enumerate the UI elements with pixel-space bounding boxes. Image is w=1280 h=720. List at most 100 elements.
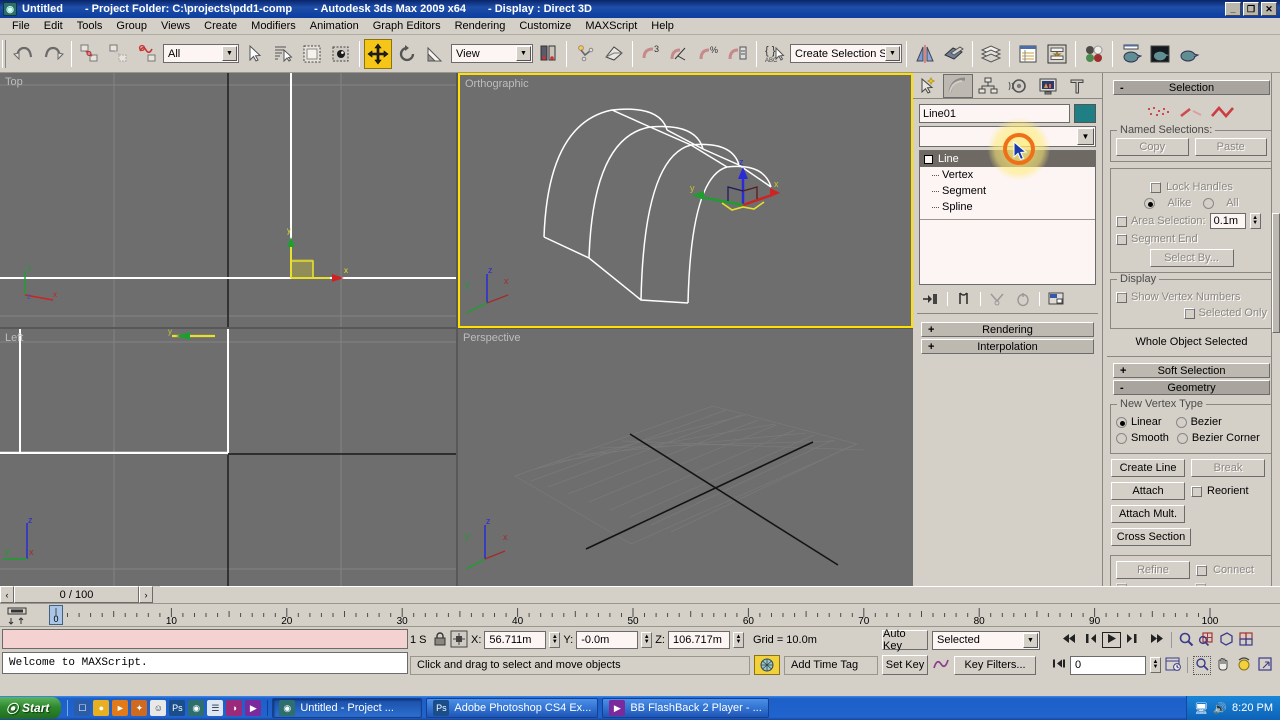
- rectangular-select-region-icon[interactable]: [298, 39, 326, 69]
- align-icon[interactable]: [940, 39, 968, 69]
- redo-icon[interactable]: [39, 39, 67, 69]
- go-to-start-icon[interactable]: [1062, 632, 1078, 648]
- selected-only-checkbox[interactable]: [1184, 308, 1195, 319]
- modifier-stack-item-line[interactable]: - Line: [920, 151, 1095, 167]
- create-tab[interactable]: [913, 74, 943, 98]
- attach-mult-button[interactable]: Attach Mult.: [1111, 505, 1185, 523]
- y-coordinate-field[interactable]: -0.0m: [576, 631, 638, 649]
- maxscript-output-line[interactable]: Welcome to MAXScript.: [2, 652, 408, 674]
- area-selection-spinner[interactable]: ▲▼: [1250, 213, 1261, 229]
- remove-modifier-icon[interactable]: [1013, 290, 1033, 308]
- previous-frame-button[interactable]: ‹: [0, 586, 14, 603]
- select-and-move-icon[interactable]: [364, 39, 392, 69]
- maximize-viewport-toggle-icon[interactable]: [1257, 656, 1274, 675]
- segment-end-checkbox[interactable]: [1116, 234, 1127, 245]
- menu-item-animation[interactable]: Animation: [303, 19, 366, 33]
- bind-to-space-warp-icon[interactable]: [134, 39, 162, 69]
- connect-checkbox[interactable]: [1196, 565, 1207, 576]
- selection-lock-icon[interactable]: [433, 631, 447, 650]
- bezier-radio[interactable]: [1176, 417, 1187, 428]
- select-and-link-icon[interactable]: [76, 39, 104, 69]
- menu-item-graph-editors[interactable]: Graph Editors: [366, 19, 448, 33]
- capture-icon[interactable]: ▶: [245, 700, 261, 716]
- paste-button[interactable]: Paste: [1195, 138, 1268, 156]
- angle-snap-toggle-icon[interactable]: 3: [637, 39, 665, 69]
- vertex-sub-object-icon[interactable]: [1146, 105, 1172, 122]
- add-time-tag-button[interactable]: Add Time Tag: [784, 656, 878, 675]
- render-production-icon[interactable]: [1175, 39, 1203, 69]
- time-configuration-icon[interactable]: [1165, 656, 1182, 675]
- menu-item-rendering[interactable]: Rendering: [448, 19, 513, 33]
- expander-minus-icon[interactable]: -: [924, 155, 933, 164]
- spline-sub-object-icon[interactable]: [1210, 105, 1238, 122]
- media-player-icon[interactable]: ►: [112, 700, 128, 716]
- scrollbar-thumb[interactable]: [1272, 213, 1280, 333]
- menu-item-views[interactable]: Views: [154, 19, 197, 33]
- rollout-geometry[interactable]: - Geometry: [1113, 380, 1270, 395]
- zoom-extents-icon[interactable]: [1218, 631, 1234, 650]
- lock-handles-checkbox[interactable]: [1150, 182, 1161, 193]
- set-key-button[interactable]: Set Key: [882, 655, 928, 675]
- cross-section-button[interactable]: Cross Section: [1111, 528, 1191, 546]
- go-to-end-icon[interactable]: [1149, 632, 1165, 648]
- rollout-rendering[interactable]: + Rendering: [921, 322, 1094, 337]
- close-button[interactable]: ✕: [1261, 2, 1277, 16]
- z-spinner[interactable]: ▲▼: [733, 632, 744, 648]
- linear-radio[interactable]: [1116, 417, 1127, 428]
- refine-button[interactable]: Refine: [1116, 561, 1190, 579]
- clock[interactable]: 8:20 PM: [1232, 702, 1273, 714]
- schematic-view-icon[interactable]: [1043, 39, 1071, 69]
- next-frame-button[interactable]: ›: [139, 586, 153, 603]
- minimize-button[interactable]: _: [1225, 2, 1241, 16]
- bezier-corner-radio[interactable]: [1177, 433, 1188, 444]
- menu-item-modifiers[interactable]: Modifiers: [244, 19, 303, 33]
- auto-key-button[interactable]: Auto Key: [882, 630, 928, 650]
- toolbar-grip[interactable]: [2, 40, 6, 68]
- select-by-button[interactable]: Select By...: [1150, 249, 1234, 267]
- alike-radio[interactable]: [1144, 198, 1155, 209]
- current-frame-field[interactable]: 0: [1070, 656, 1146, 675]
- taskbar-task-flashback[interactable]: ▶ BB FlashBack 2 Player - ...: [602, 698, 768, 718]
- unlink-selection-icon[interactable]: [105, 39, 133, 69]
- render-setup-icon[interactable]: [1117, 39, 1145, 69]
- linear-refine-checkbox[interactable]: [1116, 583, 1127, 586]
- show-end-result-icon[interactable]: [954, 290, 974, 308]
- viewport-orthographic[interactable]: z y x: [458, 73, 913, 328]
- utilities-tab[interactable]: [1063, 74, 1093, 98]
- modifier-stack-item-segment[interactable]: Segment: [920, 183, 1095, 199]
- taskbar-task-photoshop[interactable]: Ps Adobe Photoshop CS4 Ex...: [426, 698, 598, 718]
- bind-first-checkbox[interactable]: [1195, 583, 1206, 586]
- material-editor-icon[interactable]: [1080, 39, 1108, 69]
- absolute-relative-transform-icon[interactable]: [450, 630, 468, 651]
- reader-icon[interactable]: ☰: [207, 700, 223, 716]
- undo-icon[interactable]: [10, 39, 38, 69]
- browser-icon[interactable]: ●: [93, 700, 109, 716]
- object-name-input[interactable]: [919, 104, 1070, 123]
- create-line-button[interactable]: Create Line: [1111, 459, 1185, 477]
- key-filters-button[interactable]: Key Filters...: [954, 656, 1036, 675]
- frame-readout[interactable]: 0 / 100: [14, 586, 139, 603]
- maxscript-prompt-strip[interactable]: [2, 629, 408, 649]
- all-radio[interactable]: [1203, 198, 1214, 209]
- modify-tab[interactable]: [943, 74, 973, 98]
- x-coordinate-field[interactable]: 56.711m: [484, 631, 546, 649]
- chevron-down-icon[interactable]: ▼: [1023, 633, 1038, 648]
- select-by-name-icon[interactable]: [269, 39, 297, 69]
- menu-item-file[interactable]: File: [5, 19, 37, 33]
- key-mode-toggle-icon[interactable]: [932, 656, 950, 675]
- curve-editor-icon[interactable]: [1014, 39, 1042, 69]
- command-panel-scrollbar[interactable]: [1271, 73, 1280, 586]
- menu-item-create[interactable]: Create: [197, 19, 244, 33]
- zoom-all-icon[interactable]: [1198, 631, 1214, 650]
- select-and-manipulate-icon[interactable]: [571, 39, 599, 69]
- modifier-stack-item-vertex[interactable]: Vertex: [920, 167, 1095, 183]
- next-frame-icon[interactable]: [1125, 632, 1141, 648]
- rollout-selection[interactable]: - Selection: [1113, 80, 1270, 95]
- spinner-snap-toggle-icon[interactable]: [724, 39, 752, 69]
- modifier-stack-item-spline[interactable]: Spline: [920, 199, 1095, 215]
- menu-item-group[interactable]: Group: [109, 19, 154, 33]
- window-crossing-toggle-icon[interactable]: [327, 39, 355, 69]
- play-animation-icon[interactable]: [1102, 632, 1121, 648]
- object-color-swatch[interactable]: [1074, 104, 1096, 123]
- viewport-top[interactable]: y x y x z Top: [0, 73, 456, 327]
